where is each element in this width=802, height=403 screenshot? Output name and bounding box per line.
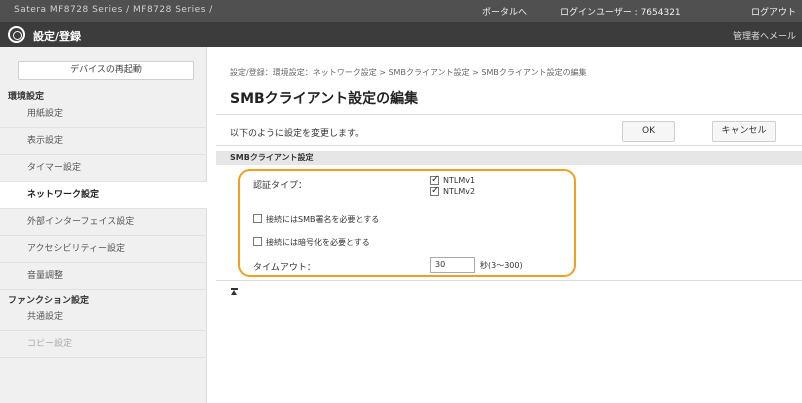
timeout-label: タイムアウト：	[253, 263, 316, 273]
sidebar-item-paper-settings[interactable]: 用紙設定	[0, 101, 207, 128]
sidebar-item-volume[interactable]: 音量調整	[0, 263, 207, 290]
logout-link[interactable]: ログアウト	[751, 5, 796, 18]
device-name: Satera MF8728 Series / MF8728 Series /	[14, 5, 213, 15]
auth-type-label: 認証タイプ：	[253, 181, 308, 191]
title-bar: 設定/登録 管理者へメール	[0, 22, 802, 47]
sidebar-item-accessibility[interactable]: アクセシビリティー設定	[0, 236, 207, 263]
scroll-to-top-icon[interactable]	[231, 288, 238, 296]
require-signing-label: 接続にはSMB署名を必要とする	[266, 215, 380, 224]
login-user-info: ログインユーザー : 7654321	[560, 8, 681, 18]
action-row: 以下のように設定を変更します。 OK キャンセル	[216, 114, 802, 146]
sidebar-item-display-settings[interactable]: 表示設定	[0, 128, 207, 155]
section-header: SMBクライアント設定	[216, 151, 802, 165]
ntlmv1-label: NTLMv1	[443, 176, 476, 185]
portal-link[interactable]: ポータルへ	[482, 5, 527, 18]
require-encryption-checkbox[interactable]	[253, 237, 262, 246]
page-section-title: 設定/登録	[33, 30, 82, 43]
mail-admin-link[interactable]: 管理者へメール	[733, 29, 796, 42]
ntlmv1-checkbox[interactable]	[430, 174, 439, 185]
smb-client-form: 認証タイプ： NTLMv1 NTLMv2 接続にはSMB署名を必要とする 接続に…	[216, 165, 802, 281]
gear-icon	[8, 26, 25, 43]
breadcrumb: 設定/登録：環境設定：ネットワーク設定 > SMBクライアント設定 > SMBク…	[230, 68, 587, 77]
require-signing-checkbox[interactable]	[253, 214, 262, 223]
sidebar-item-common-settings[interactable]: 共通設定	[0, 304, 207, 331]
sidebar-item-copy-settings[interactable]: コピー設定	[0, 331, 207, 358]
sidebar-item-timer-settings[interactable]: タイマー設定	[0, 155, 207, 182]
ntlmv2-label: NTLMv2	[443, 187, 476, 196]
page-title: SMBクライアント設定の編集	[230, 91, 419, 107]
require-encryption-label: 接続には暗号化を必要とする	[266, 238, 370, 247]
cancel-button[interactable]: キャンセル	[712, 121, 776, 142]
ntlmv2-checkbox[interactable]	[430, 185, 439, 196]
top-bar: Satera MF8728 Series / MF8728 Series / ポ…	[0, 0, 802, 22]
instruction-text: 以下のように設定を変更します。	[230, 129, 365, 139]
timeout-input[interactable]: 30	[430, 257, 475, 273]
restart-device-button[interactable]: デバイスの再起動	[18, 61, 194, 80]
timeout-unit: 秒(3〜300)	[480, 261, 523, 270]
sidebar: デバイスの再起動 環境設定 用紙設定 表示設定 タイマー設定 ネットワーク設定 …	[0, 47, 207, 403]
ok-button[interactable]: OK	[622, 121, 675, 142]
sidebar-item-network-settings[interactable]: ネットワーク設定	[0, 182, 207, 209]
main-content: 設定/登録：環境設定：ネットワーク設定 > SMBクライアント設定 > SMBク…	[216, 47, 802, 403]
sidebar-item-external-interface[interactable]: 外部インターフェイス設定	[0, 209, 207, 236]
